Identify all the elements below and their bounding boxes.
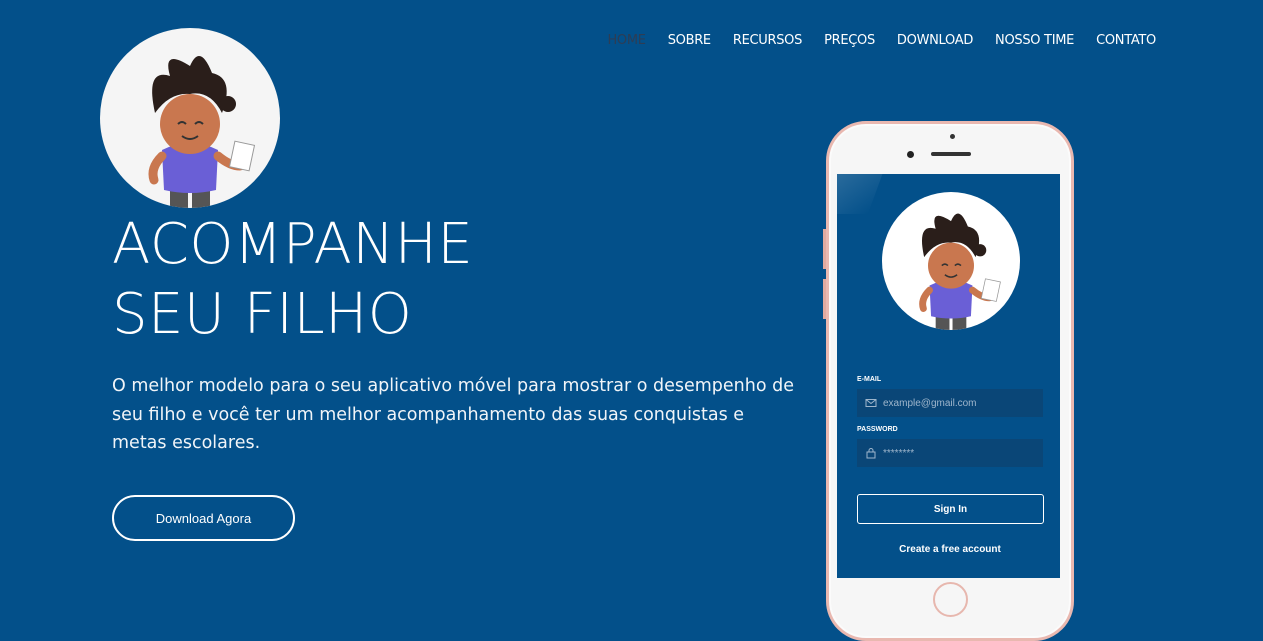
hero-title: ACOMPANHE SEU FILHO	[112, 210, 712, 350]
hero-description: O melhor modelo para o seu aplicativo mó…	[112, 376, 795, 453]
phone-screen: E-MAIL example@gmail.com PASSWORD ******…	[837, 174, 1060, 578]
nav-item-contato[interactable]: CONTATO	[1096, 33, 1156, 48]
phone-sensor-icon	[950, 134, 955, 139]
phone-mockup: E-MAIL example@gmail.com PASSWORD ******…	[823, 121, 1074, 641]
password-field[interactable]: ********	[857, 439, 1043, 467]
phone-side-button	[823, 279, 826, 319]
kid-mascot-icon	[882, 192, 1020, 330]
screen-glare	[837, 174, 887, 214]
email-label: E-MAIL	[857, 376, 882, 383]
mail-icon	[865, 397, 877, 409]
nav-item-download[interactable]: DOWNLOAD	[897, 33, 973, 48]
nav-item-precos[interactable]: PREÇOS	[824, 33, 875, 48]
email-field[interactable]: example@gmail.com	[857, 389, 1043, 417]
nav-item-home[interactable]: HOME	[607, 33, 646, 48]
phone-camera-icon	[907, 151, 914, 158]
password-label: PASSWORD	[857, 426, 898, 433]
create-account-link[interactable]: Create a free account	[837, 544, 1060, 555]
lock-icon	[865, 447, 877, 459]
phone-home-button	[933, 582, 968, 617]
main-nav: HOME SOBRE RECURSOS PREÇOS DOWNLOAD NOSS…	[585, 33, 1156, 48]
nav-item-sobre[interactable]: SOBRE	[668, 33, 711, 48]
hero-title-line-1: ACOMPANHE	[112, 212, 474, 277]
email-placeholder: example@gmail.com	[883, 397, 977, 409]
hero-title-line-2: SEU FILHO	[112, 282, 413, 347]
phone-side-button	[823, 229, 826, 269]
nav-item-nosso-time[interactable]: NOSSO TIME	[995, 33, 1074, 48]
password-placeholder: ********	[883, 447, 915, 459]
phone-speaker-icon	[931, 152, 971, 156]
sign-in-button[interactable]: Sign In	[857, 494, 1044, 524]
kid-mascot-logo-icon[interactable]	[100, 28, 280, 208]
nav-item-recursos[interactable]: RECURSOS	[733, 33, 803, 48]
download-now-button[interactable]: Download Agora	[112, 495, 295, 541]
